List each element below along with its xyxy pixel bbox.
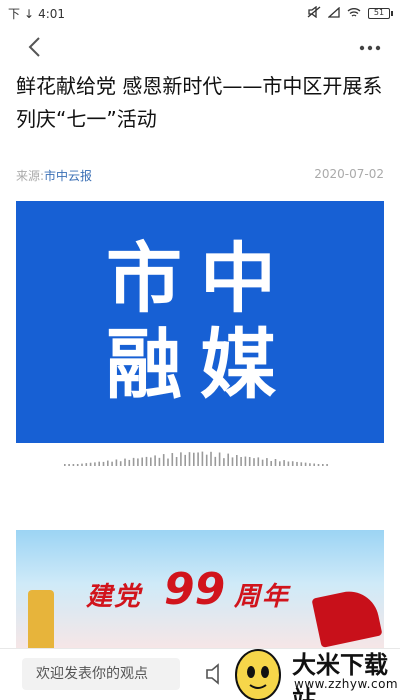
source-link[interactable]: 市中云报 [44, 169, 92, 183]
waveform-bar [124, 458, 126, 466]
waveform-bar [201, 451, 204, 466]
waveform-bar [119, 461, 122, 466]
status-right: 51 [307, 5, 393, 21]
waveform-bar [270, 461, 272, 466]
waveform-bar [145, 456, 148, 466]
waveform-bar [218, 452, 221, 466]
status-bar: 下 ↓ 4:01 51 [0, 0, 400, 26]
waveform-bar [313, 463, 315, 466]
media-banner: 市中 融媒 [16, 201, 384, 443]
waveform-bar [111, 461, 113, 466]
waveform-bar [175, 457, 178, 466]
waveform-bar [231, 457, 234, 466]
bottom-bar: 欢迎发表你的观点 大米下载站 www.zzhyw.com [0, 648, 400, 700]
waveform-bar [141, 457, 143, 466]
waveform-bar [180, 452, 182, 466]
comment-input[interactable]: 欢迎发表你的观点 [22, 658, 180, 690]
article-title: 鲜花献给党 感恩新时代——市中区开展系列庆“七一”活动 [16, 74, 383, 131]
banner-line-2: 融媒 [106, 320, 294, 409]
waveform-bar [193, 452, 195, 466]
pillar-graphic [28, 590, 54, 650]
waveform-bar [98, 461, 100, 466]
status-time: 4:01 [38, 6, 66, 21]
waveform-bar [162, 454, 165, 466]
waveform-bar [296, 461, 298, 466]
waveform-bar [197, 452, 199, 466]
waveform-bar [279, 461, 281, 466]
waveform-bar [76, 464, 79, 466]
waveform-bar [205, 454, 208, 466]
waveform-bar [274, 459, 277, 466]
banner2-text-right: 周年 [234, 582, 291, 612]
waveform-bar [171, 453, 174, 466]
watermark-name: 大米下载站 [292, 651, 388, 700]
waveform-bar [115, 459, 118, 466]
waveform-bar [68, 464, 70, 466]
waveform-bar [261, 459, 264, 466]
waveform-bar [236, 454, 238, 466]
flag-graphic [311, 586, 383, 648]
wifi-icon [347, 7, 361, 21]
waveform-bar [253, 458, 255, 466]
article-source: 来源:市中云报 [16, 167, 92, 184]
waveform-bar [257, 457, 260, 466]
waveform-bar [154, 455, 156, 466]
waveform-bar [81, 463, 83, 466]
waveform-bar [248, 457, 251, 466]
party-anniversary-banner: 建党 99 周年 [16, 530, 384, 650]
back-icon[interactable] [22, 33, 50, 61]
waveform-bar [107, 460, 109, 466]
waveform-bar [322, 464, 324, 466]
waveform-bar [85, 463, 88, 466]
waveform-bar [102, 461, 105, 466]
waveform-bar [72, 464, 75, 466]
mascot-logo-icon [235, 649, 281, 700]
waveform-bar [210, 451, 212, 466]
waveform-bar [283, 460, 285, 466]
banner2-number: 99 [164, 564, 226, 615]
waveform-bar [128, 459, 131, 466]
battery-icon: 51 [368, 8, 393, 19]
banner-line-1: 市中 [106, 234, 294, 323]
waveform-bar [158, 457, 161, 466]
waveform-bar [137, 458, 139, 466]
audio-waveform[interactable] [16, 448, 384, 470]
article-meta: 来源:市中云报 2020-07-02 [16, 167, 384, 185]
watermark-brand: 大米下载站 www.zzhyw.com [222, 643, 400, 700]
waveform-bar [94, 462, 96, 466]
waveform-bar [244, 456, 247, 466]
article-date: 2020-07-02 [314, 167, 384, 181]
waveform-bar [223, 458, 225, 466]
waveform-bar [89, 462, 92, 466]
mute-icon [307, 5, 321, 21]
waveform-bar [287, 461, 290, 466]
more-icon[interactable] [358, 40, 382, 54]
waveform-bar [266, 458, 268, 466]
banner2-text-left: 建党 [86, 582, 143, 612]
waveform-bar [309, 463, 311, 466]
waveform-bar [150, 457, 152, 466]
top-nav [0, 26, 400, 66]
carrier-indicator: 下 [8, 7, 21, 21]
source-prefix: 来源: [16, 169, 45, 183]
waveform-bar [240, 457, 242, 466]
waveform-bar [188, 452, 191, 466]
waveform-bar [326, 464, 328, 466]
status-left: 下 ↓ 4:01 [8, 5, 65, 22]
waveform-bar [214, 456, 217, 466]
watermark-url: www.zzhyw.com [294, 677, 399, 691]
waveform-bar [132, 457, 135, 466]
waveform-bar [184, 454, 186, 466]
waveform-bar [227, 453, 229, 466]
waveform-bar [304, 462, 307, 466]
waveform-bar [317, 464, 320, 466]
signal-icon: ↓ [24, 6, 35, 21]
signal-icon [327, 6, 340, 21]
waveform-bar [167, 458, 169, 466]
waveform-bar [300, 462, 303, 466]
waveform-bar [64, 464, 66, 466]
waveform-bar [291, 461, 294, 466]
